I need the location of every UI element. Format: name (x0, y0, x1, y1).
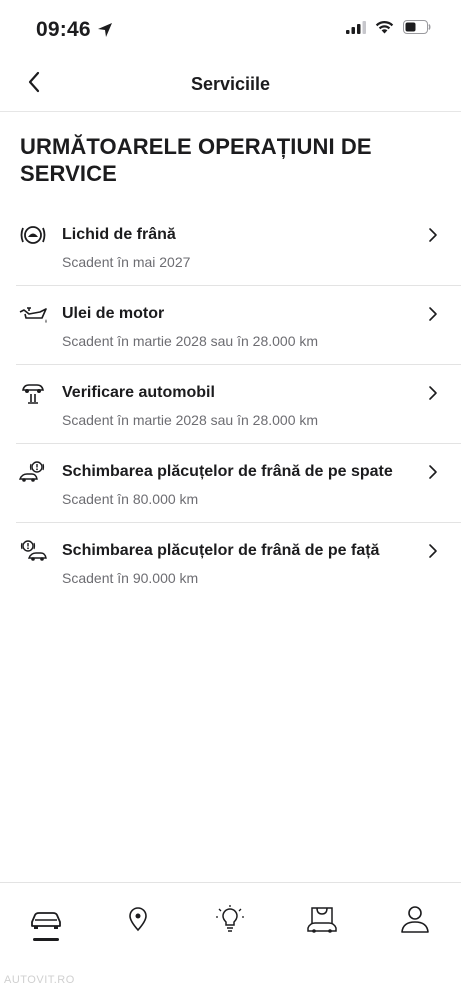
rear-brake-pads-icon (18, 460, 48, 484)
lightbulb-icon (216, 904, 244, 938)
service-due: Scadent în martie 2028 sau în 28.000 km (62, 412, 319, 428)
service-item-front-brake-pads[interactable]: Schimbarea plăcuțelor de frână de pe faț… (16, 523, 461, 602)
service-title: Schimbarea plăcuțelor de frână de pe faț… (62, 542, 380, 559)
tab-car[interactable] (26, 901, 66, 941)
vehicle-lift-icon (18, 381, 48, 405)
page-title: Serviciile (190, 74, 271, 94)
tab-ideas[interactable] (210, 901, 250, 941)
status-icons (346, 20, 431, 39)
section-title: URMĂTOARELE OPERAȚIUNI DE SERVICE (20, 134, 372, 186)
location-arrow-icon (97, 22, 113, 43)
tab-shop[interactable] (302, 901, 342, 941)
chevron-right-icon (427, 227, 439, 243)
active-tab-indicator (33, 938, 59, 941)
cellular-signal-icon (346, 20, 366, 39)
status-time: 09:46 (36, 18, 91, 41)
status-bar: 09:46 (0, 0, 461, 56)
service-due: Scadent în 80.000 km (62, 491, 199, 507)
service-due: Scadent în martie 2028 sau în 28.000 km (62, 333, 319, 349)
chevron-right-icon (427, 464, 439, 480)
tab-map[interactable] (118, 901, 158, 941)
service-due: Scadent în 90.000 km (62, 570, 199, 586)
battery-icon (403, 20, 431, 39)
map-pin-icon (127, 906, 149, 937)
tab-profile[interactable] (395, 901, 435, 941)
wifi-icon (375, 20, 394, 39)
engine-oil-icon (18, 302, 48, 326)
service-item-vehicle-check[interactable]: Verificare automobil Scadent în martie 2… (16, 365, 461, 444)
watermark: AUTOVIT.RO (4, 974, 75, 986)
front-brake-pads-icon (18, 539, 48, 563)
chevron-right-icon (427, 543, 439, 559)
service-title: Verificare automobil (62, 384, 215, 401)
service-due: Scadent în mai 2027 (62, 254, 191, 270)
service-title: Lichid de frână (62, 226, 176, 243)
service-list: Lichid de frână Scadent în mai 2027 Ulei… (0, 207, 461, 602)
service-title: Ulei de motor (62, 305, 165, 322)
shop-icon (306, 904, 338, 939)
service-item-engine-oil[interactable]: Ulei de motor Scadent în martie 2028 sau… (16, 286, 461, 365)
chevron-right-icon (427, 306, 439, 322)
service-title: Schimbarea plăcuțelor de frână de pe spa… (62, 463, 393, 480)
car-icon (29, 908, 63, 935)
profile-icon (400, 905, 430, 938)
brake-fluid-icon (18, 223, 48, 247)
chevron-right-icon (427, 385, 439, 401)
service-item-brake-fluid[interactable]: Lichid de frână Scadent în mai 2027 (16, 207, 461, 286)
service-item-rear-brake-pads[interactable]: Schimbarea plăcuțelor de frână de pe spa… (16, 444, 461, 523)
navigation-header: Serviciile (0, 60, 461, 112)
